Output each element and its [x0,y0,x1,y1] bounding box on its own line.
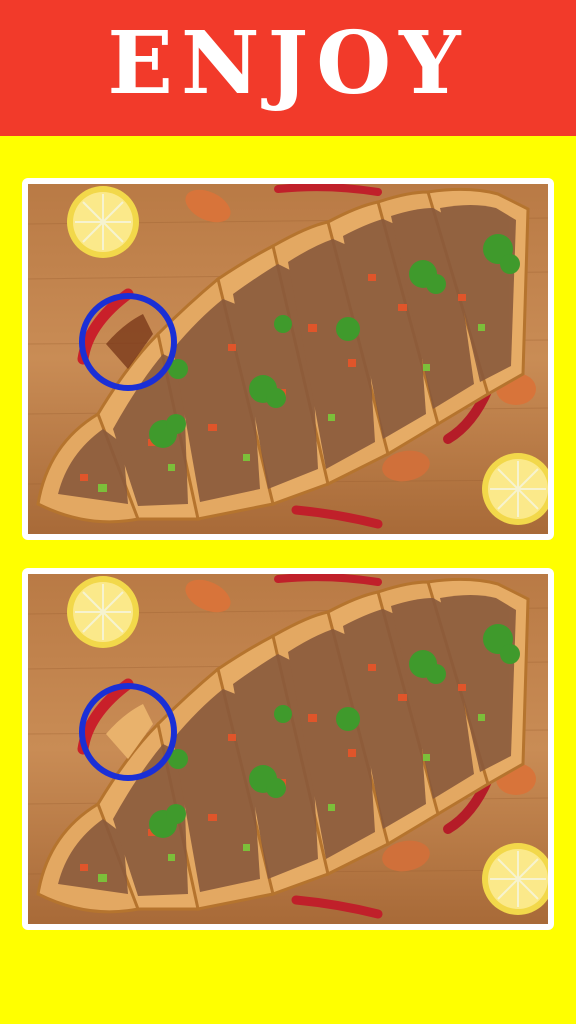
header-banner: ENJOY [0,0,576,136]
original-image-panel[interactable] [22,178,554,540]
original-food-image[interactable] [28,184,548,534]
modified-food-image[interactable] [28,574,548,924]
modified-image-panel[interactable] [22,568,554,930]
page-title: ENJOY [107,13,469,114]
